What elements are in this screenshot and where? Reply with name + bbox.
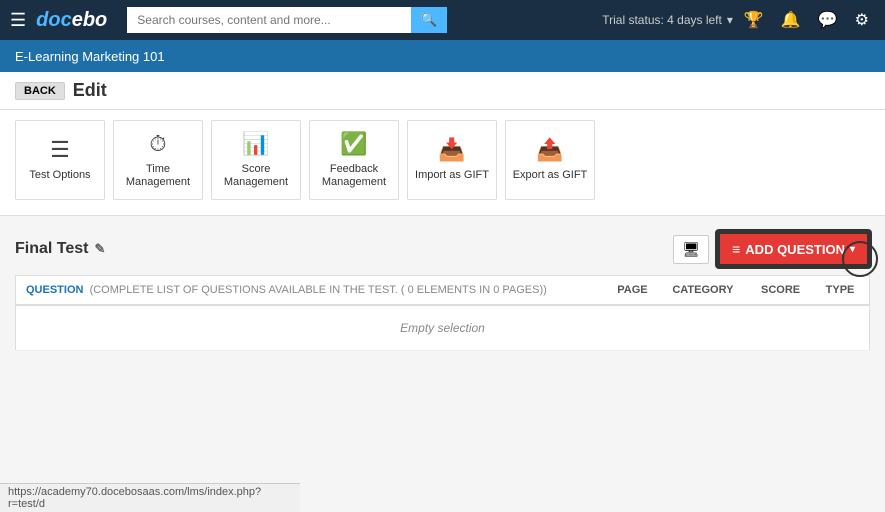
breadcrumb-text[interactable]: E-Learning Marketing 101	[15, 49, 165, 64]
table-empty-row: Empty selection	[16, 305, 870, 351]
page-title: Edit	[73, 80, 107, 101]
logo: docebo	[36, 9, 107, 32]
status-bar: https://academy70.docebosaas.com/lms/ind…	[0, 483, 300, 512]
col-page: PAGE	[607, 276, 662, 306]
section-title: Final Test ✎	[15, 240, 105, 258]
bell-icon[interactable]: 🔔	[775, 10, 807, 30]
tool-card-export-gift[interactable]: 📤 Export as GIFT	[505, 120, 595, 200]
page-header: BACK Edit	[0, 72, 885, 110]
hamburger-icon[interactable]: ☰	[10, 10, 26, 31]
col-score: SCORE	[751, 276, 816, 306]
chat-icon[interactable]: 💬	[812, 10, 844, 30]
trophy-icon[interactable]: 🏆	[738, 10, 770, 30]
time-management-icon: ⏱	[149, 131, 166, 157]
final-test-title: Final Test	[15, 240, 89, 258]
add-question-wrapper: ≡ ADD QUESTION ▾	[717, 231, 870, 267]
col-category: CATEGORY	[662, 276, 751, 306]
trial-arrow-icon: ▾	[727, 13, 733, 27]
tool-card-feedback-management[interactable]: ✅ Feedback Management	[309, 120, 399, 200]
score-management-icon: 📊	[242, 131, 269, 157]
breadcrumb-bar: E-Learning Marketing 101	[0, 40, 885, 72]
trial-status: Trial status: 4 days left	[602, 13, 722, 27]
add-question-arrow-icon: ▾	[850, 244, 855, 255]
table-header-row: QUESTION (Complete list of questions ava…	[16, 276, 870, 306]
col-type: TYPE	[816, 276, 870, 306]
time-management-label: Time Management	[114, 163, 202, 189]
section-actions: 🖥 ≡ ADD QUESTION ▾	[673, 231, 870, 267]
col-question: QUESTION (Complete list of questions ava…	[16, 276, 608, 306]
feedback-management-icon: ✅	[340, 131, 367, 157]
section-header: Final Test ✎ 🖥 ≡ ADD QUESTION ▾	[15, 231, 870, 267]
test-options-label: Test Options	[29, 169, 90, 182]
search-bar: 🔍	[127, 7, 447, 33]
tool-card-score-management[interactable]: 📊 Score Management	[211, 120, 301, 200]
feedback-management-label: Feedback Management	[310, 163, 398, 189]
tool-card-test-options[interactable]: ☰ Test Options	[15, 120, 105, 200]
search-input[interactable]	[127, 7, 410, 33]
import-gift-icon: 📥	[438, 137, 465, 163]
tool-card-time-management[interactable]: ⏱ Time Management	[113, 120, 203, 200]
top-navigation: ☰ docebo 🔍 Trial status: 4 days left ▾ 🏆…	[0, 0, 885, 40]
empty-selection-text: Empty selection	[16, 305, 870, 351]
score-management-label: Score Management	[212, 163, 300, 189]
export-gift-icon: 📤	[536, 137, 563, 163]
import-gift-label: Import as GIFT	[415, 169, 489, 182]
export-gift-label: Export as GIFT	[513, 169, 588, 182]
col-question-sub: (Complete list of questions available in…	[87, 284, 547, 296]
add-question-label: ADD QUESTION	[745, 242, 845, 257]
main-content: Final Test ✎ 🖥 ≡ ADD QUESTION ▾ QUESTION…	[0, 216, 885, 366]
add-question-list-icon: ≡	[732, 241, 740, 257]
status-url: https://academy70.docebosaas.com/lms/ind…	[8, 486, 261, 510]
tool-card-import-gift[interactable]: 📥 Import as GIFT	[407, 120, 497, 200]
tool-cards-container: ☰ Test Options ⏱ Time Management 📊 Score…	[0, 110, 885, 216]
edit-title-icon[interactable]: ✎	[95, 241, 106, 257]
display-icon-button[interactable]: 🖥	[673, 235, 709, 264]
nav-right: Trial status: 4 days left ▾ 🏆 🔔 💬 ⚙	[602, 10, 875, 30]
settings-icon[interactable]: ⚙	[849, 10, 875, 30]
col-question-label: QUESTION	[26, 284, 83, 296]
search-button[interactable]: 🔍	[411, 7, 448, 33]
add-question-button[interactable]: ≡ ADD QUESTION ▾	[717, 231, 870, 267]
test-options-icon: ☰	[50, 137, 70, 163]
questions-table: QUESTION (Complete list of questions ava…	[15, 275, 870, 351]
back-button[interactable]: BACK	[15, 82, 65, 100]
